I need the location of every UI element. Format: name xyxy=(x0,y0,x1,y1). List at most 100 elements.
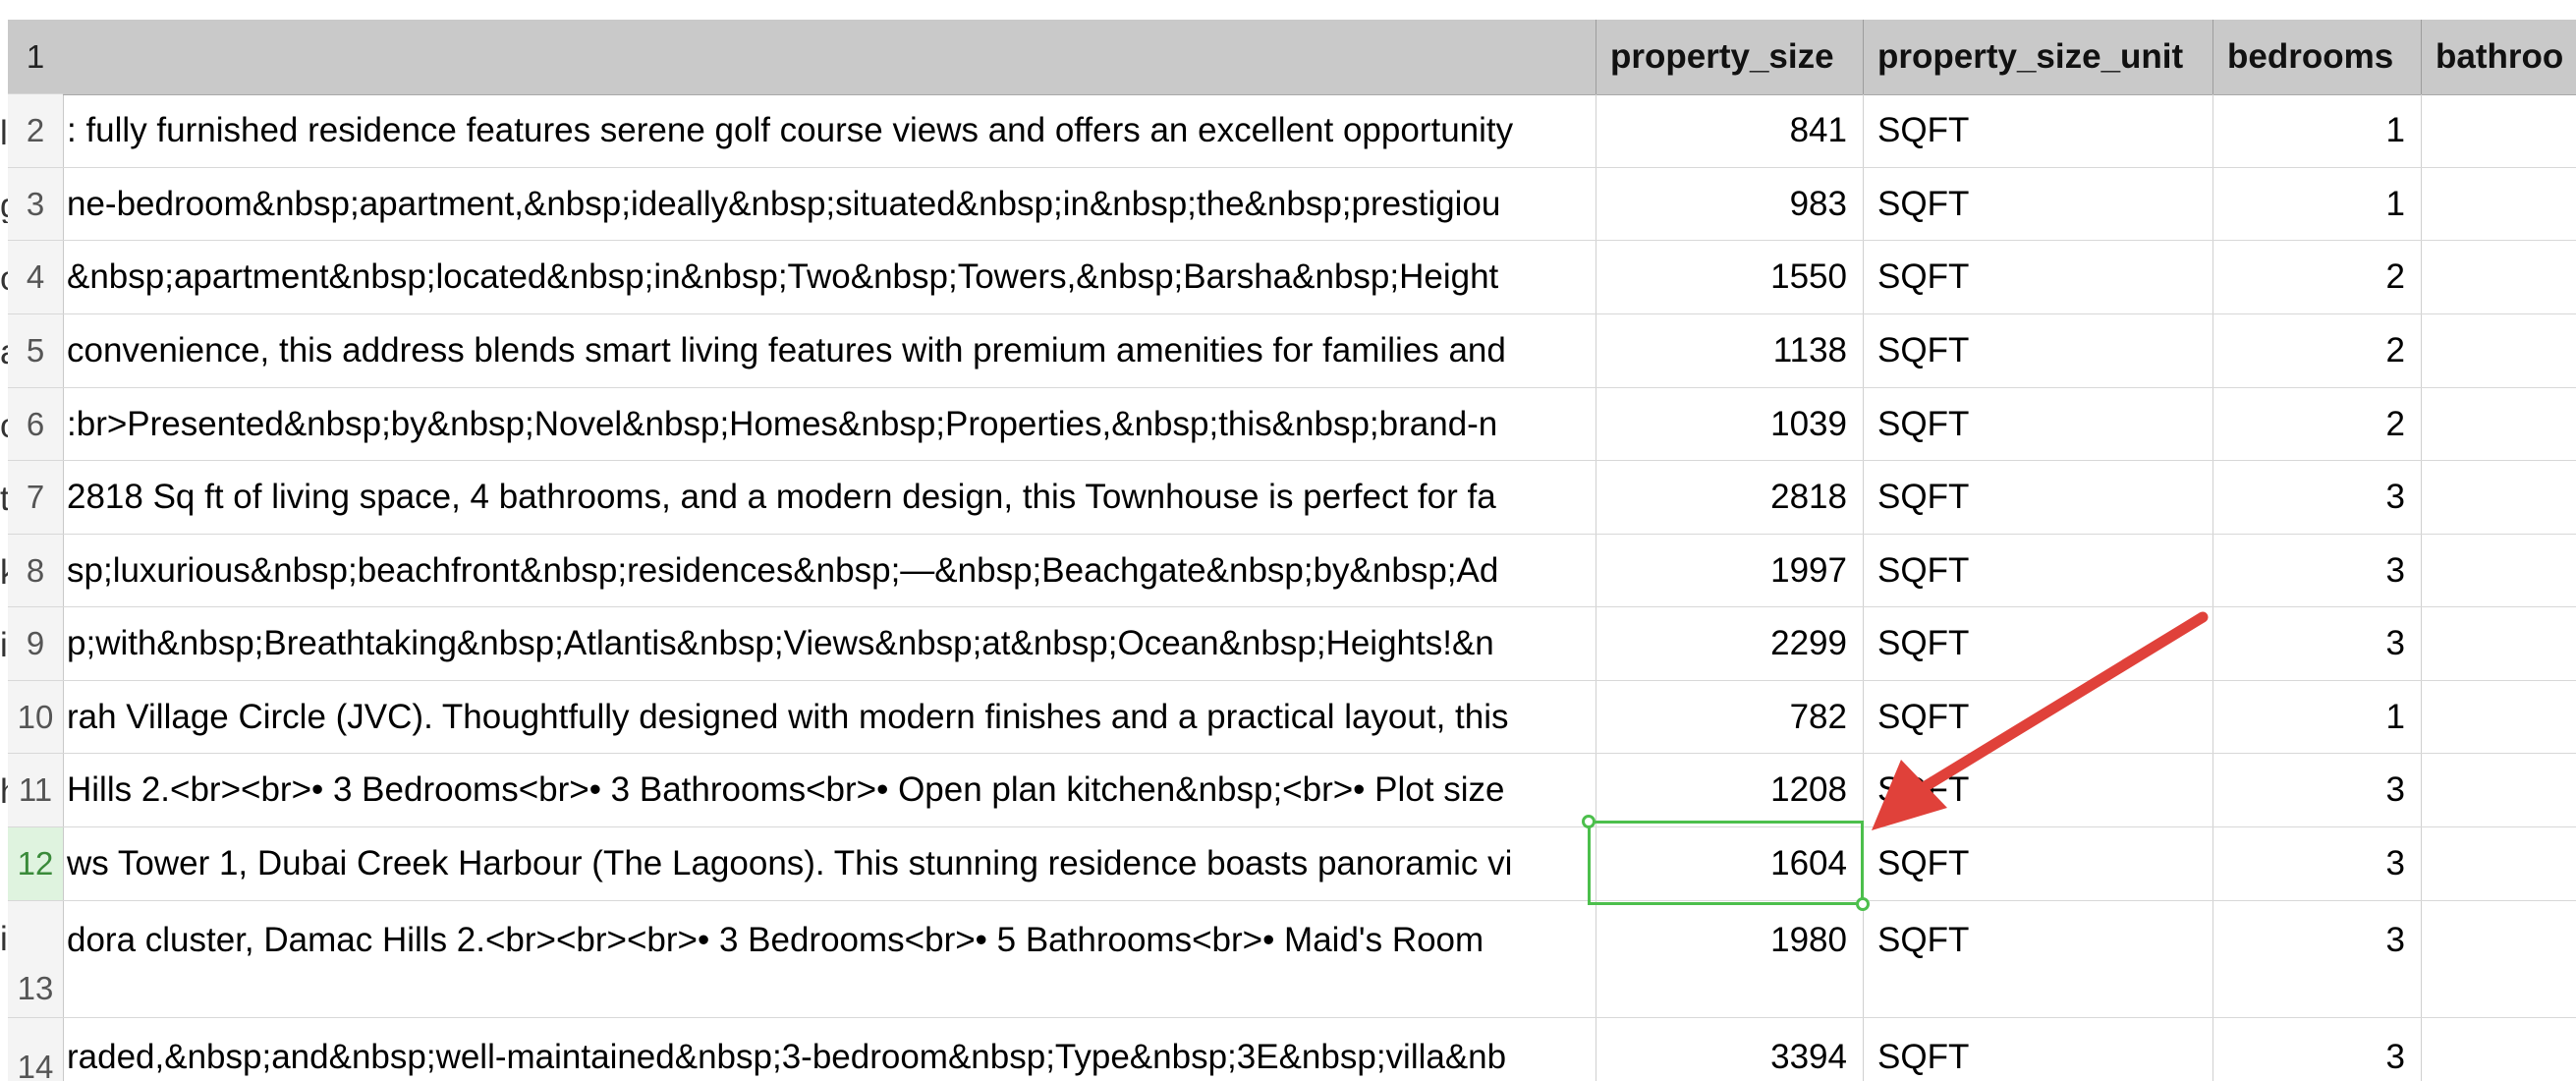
row-number[interactable]: 11 xyxy=(8,754,63,827)
description-cell[interactable]: p;with&nbsp;Breathtaking&nbsp;Atlantis&n… xyxy=(63,607,1596,680)
row-number[interactable]: 7 xyxy=(8,461,63,535)
row-number[interactable]: 6 xyxy=(8,388,63,461)
property-size-cell[interactable]: 1039 xyxy=(1596,388,1863,460)
bathrooms-cell[interactable] xyxy=(2421,168,2576,240)
description-cell[interactable]: raded,&nbsp;and&nbsp;well-maintained&nbs… xyxy=(63,1018,1596,1081)
description-cell[interactable]: Hills 2.<br><br>• 3 Bedrooms<br>• 3 Bath… xyxy=(63,754,1596,826)
property-size-cell[interactable]: 1138 xyxy=(1596,314,1863,387)
description-cell[interactable]: ne-bedroom&nbsp;apartment,&nbsp;ideally&… xyxy=(63,168,1596,240)
bathrooms-cell[interactable] xyxy=(2421,241,2576,313)
description-cell[interactable]: ws Tower 1, Dubai Creek Harbour (The Lag… xyxy=(63,827,1596,900)
bathrooms-cell[interactable] xyxy=(2421,901,2576,1017)
description-cell[interactable]: :br>Presented&nbsp;by&nbsp;Novel&nbsp;Ho… xyxy=(63,388,1596,460)
row-number[interactable]: 9 xyxy=(8,607,63,681)
bathrooms-cell[interactable] xyxy=(2421,1018,2576,1081)
bedrooms-cell[interactable]: 1 xyxy=(2212,94,2421,167)
description-cell[interactable]: &nbsp;apartment&nbsp;located&nbsp;in&nbs… xyxy=(63,241,1596,313)
property-size-unit-cell[interactable]: SQFT xyxy=(1863,388,2212,460)
description-cell[interactable]: rah Village Circle (JVC). Thoughtfully d… xyxy=(63,681,1596,753)
bathrooms-cell[interactable] xyxy=(2421,461,2576,534)
property-size-unit-cell[interactable]: SQFT xyxy=(1863,901,2212,1017)
property-size-unit-cell[interactable]: SQFT xyxy=(1863,754,2212,826)
property-size-unit-cell[interactable]: SQFT xyxy=(1863,535,2212,606)
row-number[interactable]: 5 xyxy=(8,314,63,388)
property-size-cell[interactable]: 3394 xyxy=(1596,1018,1863,1081)
property-size-unit-cell[interactable]: SQFT xyxy=(1863,94,2212,167)
property-size-unit-cell[interactable]: SQFT xyxy=(1863,241,2212,313)
bathrooms-cell[interactable] xyxy=(2421,535,2576,606)
table-row[interactable]: 2818 Sq ft of living space, 4 bathrooms,… xyxy=(63,461,2576,535)
column-header-description[interactable] xyxy=(63,20,1596,94)
table-row-selected[interactable]: ws Tower 1, Dubai Creek Harbour (The Lag… xyxy=(63,827,2576,901)
row-number[interactable]: 2 xyxy=(8,94,63,168)
property-size-cell[interactable]: 1980 xyxy=(1596,901,1863,1017)
spreadsheet-grid[interactable]: 1 property_size property_size_unit bedro… xyxy=(0,0,2576,1081)
property-size-cell[interactable]: 841 xyxy=(1596,94,1863,167)
property-size-unit-cell[interactable]: SQFT xyxy=(1863,1018,2212,1081)
property-size-cell[interactable]: 1550 xyxy=(1596,241,1863,313)
bedrooms-cell[interactable]: 3 xyxy=(2212,827,2421,900)
table-row[interactable]: convenience, this address blends smart l… xyxy=(63,314,2576,388)
bedrooms-cell[interactable]: 1 xyxy=(2212,168,2421,240)
bedrooms-cell[interactable]: 3 xyxy=(2212,461,2421,534)
clipped-text: k xyxy=(0,555,8,590)
bedrooms-cell[interactable]: 2 xyxy=(2212,314,2421,387)
property-size-cell[interactable]: 983 xyxy=(1596,168,1863,240)
column-header-property-size[interactable]: property_size xyxy=(1596,20,1863,94)
bathrooms-cell[interactable] xyxy=(2421,314,2576,387)
property-size-cell[interactable]: 2299 xyxy=(1596,607,1863,680)
bathrooms-cell[interactable] xyxy=(2421,681,2576,753)
property-size-unit-cell[interactable]: SQFT xyxy=(1863,314,2212,387)
row-number-1[interactable]: 1 xyxy=(8,20,63,94)
row-number[interactable]: 14 xyxy=(8,1018,63,1081)
table-row[interactable]: Hills 2.<br><br>• 3 Bedrooms<br>• 3 Bath… xyxy=(63,754,2576,827)
table-row[interactable]: rah Village Circle (JVC). Thoughtfully d… xyxy=(63,681,2576,754)
bedrooms-cell[interactable]: 2 xyxy=(2212,241,2421,313)
table-row[interactable]: ne-bedroom&nbsp;apartment,&nbsp;ideally&… xyxy=(63,168,2576,241)
description-cell[interactable]: 2818 Sq ft of living space, 4 bathrooms,… xyxy=(63,461,1596,534)
row-number[interactable]: 8 xyxy=(8,535,63,607)
bedrooms-cell[interactable]: 3 xyxy=(2212,1018,2421,1081)
description-cell[interactable]: dora cluster, Damac Hills 2.<br><br><br>… xyxy=(63,901,1596,1017)
column-header-property-size-unit[interactable]: property_size_unit xyxy=(1863,20,2212,94)
bedrooms-cell[interactable]: 3 xyxy=(2212,535,2421,606)
row-number[interactable]: 4 xyxy=(8,241,63,314)
table-row[interactable]: :br>Presented&nbsp;by&nbsp;Novel&nbsp;Ho… xyxy=(63,388,2576,461)
property-size-cell[interactable]: 1208 xyxy=(1596,754,1863,826)
column-header-bathrooms[interactable]: bathroo xyxy=(2421,20,2576,94)
property-size-cell[interactable]: 2818 xyxy=(1596,461,1863,534)
bathrooms-cell[interactable] xyxy=(2421,388,2576,460)
bedrooms-cell[interactable]: 2 xyxy=(2212,388,2421,460)
bedrooms-cell[interactable]: 3 xyxy=(2212,754,2421,826)
table-row[interactable]: dora cluster, Damac Hills 2.<br><br><br>… xyxy=(63,901,2576,1018)
bathrooms-cell[interactable] xyxy=(2421,94,2576,167)
property-size-cell[interactable]: 782 xyxy=(1596,681,1863,753)
clipped-text: h xyxy=(0,774,8,809)
description-cell[interactable]: : fully furnished residence features ser… xyxy=(63,94,1596,167)
description-cell[interactable]: convenience, this address blends smart l… xyxy=(63,314,1596,387)
row-number[interactable]: 10 xyxy=(8,681,63,754)
description-cell[interactable]: sp;luxurious&nbsp;beachfront&nbsp;reside… xyxy=(63,535,1596,606)
bedrooms-cell[interactable]: 1 xyxy=(2212,681,2421,753)
table-row[interactable]: p;with&nbsp;Breathtaking&nbsp;Atlantis&n… xyxy=(63,607,2576,681)
table-row[interactable]: sp;luxurious&nbsp;beachfront&nbsp;reside… xyxy=(63,535,2576,607)
row-number[interactable]: 3 xyxy=(8,168,63,241)
property-size-cell-selected[interactable]: 1604 xyxy=(1596,827,1863,900)
property-size-unit-cell[interactable]: SQFT xyxy=(1863,607,2212,680)
property-size-unit-cell[interactable]: SQFT xyxy=(1863,681,2212,753)
property-size-unit-cell[interactable]: SQFT xyxy=(1863,168,2212,240)
property-size-cell[interactable]: 1997 xyxy=(1596,535,1863,606)
table-row[interactable]: raded,&nbsp;and&nbsp;well-maintained&nbs… xyxy=(63,1018,2576,1081)
bedrooms-cell[interactable]: 3 xyxy=(2212,607,2421,680)
property-size-unit-cell[interactable]: SQFT xyxy=(1863,827,2212,900)
property-size-unit-cell[interactable]: SQFT xyxy=(1863,461,2212,534)
table-row[interactable]: &nbsp;apartment&nbsp;located&nbsp;in&nbs… xyxy=(63,241,2576,314)
column-header-bedrooms[interactable]: bedrooms xyxy=(2212,20,2421,94)
bathrooms-cell[interactable] xyxy=(2421,754,2576,826)
bedrooms-cell[interactable]: 3 xyxy=(2212,901,2421,1017)
bathrooms-cell[interactable] xyxy=(2421,607,2576,680)
bathrooms-cell[interactable] xyxy=(2421,827,2576,900)
row-number-selected[interactable]: 12 xyxy=(8,827,63,901)
table-row[interactable]: : fully furnished residence features ser… xyxy=(63,94,2576,168)
row-number[interactable]: 13 xyxy=(8,901,63,1018)
